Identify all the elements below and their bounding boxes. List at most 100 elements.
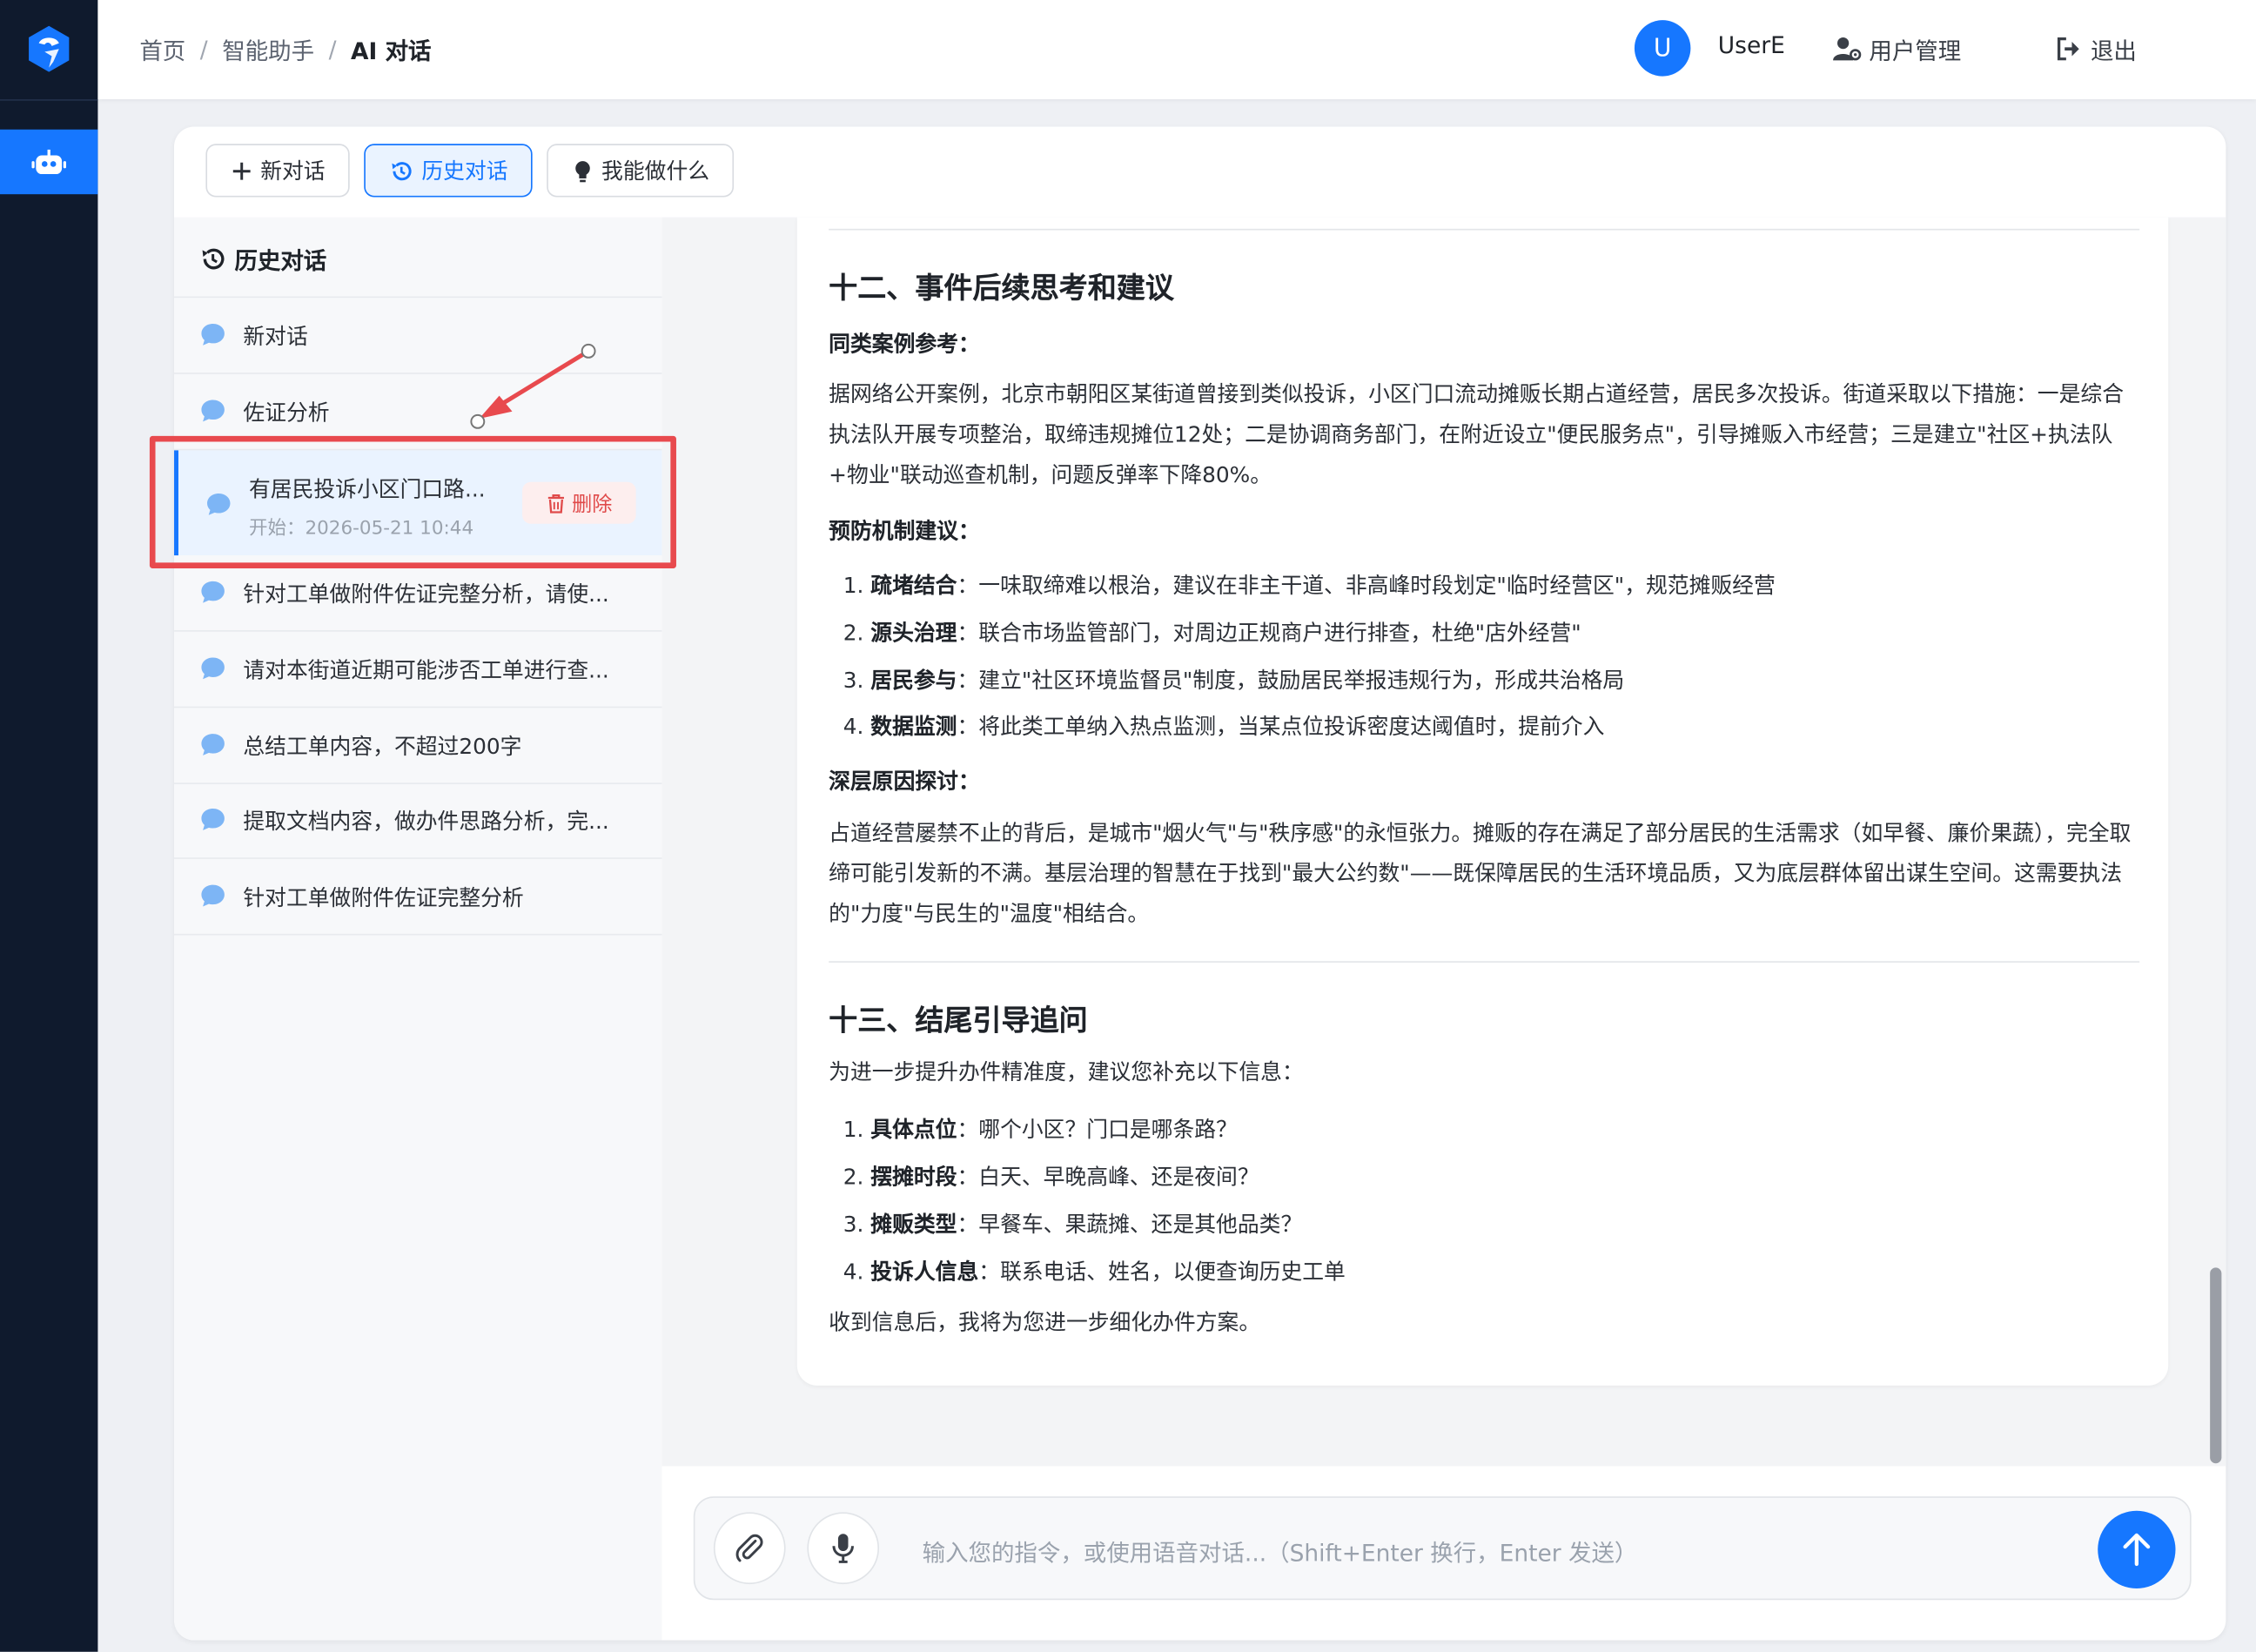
list-item-title: 具体点位 — [870, 1116, 957, 1143]
chat-bubble-icon — [201, 884, 225, 907]
chat-messages-area[interactable]: 十二、事件后续思考和建议 同类案例参考： 据网络公开案例，北京市朝阳区某街道曾接… — [661, 217, 2226, 1467]
list-item-title: 疏堵结合 — [870, 572, 957, 599]
section-heading: 十三、结尾引导追问 — [829, 1003, 1088, 1038]
history-item[interactable]: 总结工单内容，不超过200字 — [174, 708, 662, 784]
chat-scrollbar[interactable] — [2210, 1267, 2222, 1464]
list-item-title: 居民参与 — [870, 668, 957, 694]
chat-input-field[interactable]: 输入您的指令，或使用语音对话...（Shift+Enter 换行，Enter 发… — [923, 1534, 1638, 1568]
list-item-title: 投诉人信息 — [870, 1259, 979, 1286]
chat-card: 新对话 历史对话 我能做什么 历史对话 新对话 佐证分析 有居民投诉小区门口路.… — [174, 126, 2226, 1641]
user-avatar[interactable]: U — [1634, 20, 1691, 77]
user-management-link[interactable]: 用户管理 — [1833, 31, 1961, 66]
history-item-title: 针对工单做附件佐证完整分析 — [243, 884, 524, 911]
list-item: 3. 居民参与：建立"社区环境监督员"制度，鼓励居民举报违规行为，形成共治格局 — [843, 665, 1625, 695]
rail-item-ai-assistant[interactable] — [0, 129, 98, 195]
user-settings-icon — [1833, 37, 1862, 61]
logout-button[interactable]: 退出 — [2056, 31, 2137, 66]
tab-history[interactable]: 历史对话 — [364, 144, 533, 198]
breadcrumb-separator: / — [328, 35, 337, 63]
list-item-text: ：建立"社区环境监督员"制度，鼓励居民举报违规行为，形成共治格局 — [957, 668, 1625, 694]
list-number: 4. — [843, 1259, 864, 1286]
microphone-icon — [832, 1534, 854, 1563]
history-sidebar: 历史对话 新对话 佐证分析 有居民投诉小区门口路... 开始：2026-05-2… — [174, 217, 662, 1641]
user-name[interactable]: UserE — [1718, 31, 1785, 58]
history-item-title: 针对工单做附件佐证完整分析，请使... — [243, 581, 609, 608]
list-item: 4. 投诉人信息：联系电话、姓名，以便查询历史工单 — [843, 1256, 1346, 1286]
history-icon — [392, 161, 412, 180]
history-item-title: 新对话 — [243, 323, 308, 350]
app-logo-icon — [29, 24, 70, 71]
left-rail — [0, 0, 98, 1652]
app-logo[interactable] — [0, 0, 98, 101]
send-button[interactable] — [2098, 1510, 2176, 1589]
similar-case-label: 同类案例参考： — [829, 331, 980, 357]
list-item: 3. 摊贩类型：早餐车、果蔬摊、还是其他品类？ — [843, 1209, 1303, 1239]
history-title-text: 历史对话 — [234, 247, 327, 275]
breadcrumb-assistant[interactable]: 智能助手 — [222, 31, 314, 66]
similar-case-text: 据网络公开案例，北京市朝阳区某街道曾接到类似投诉，小区门口流动摊贩长期占道经营，… — [829, 381, 2125, 488]
followup-intro: 为进一步提升办件精准度，建议您补充以下信息： — [829, 1058, 1304, 1085]
divider — [829, 961, 2140, 963]
list-number: 3. — [843, 668, 864, 694]
section-heading: 十二、事件后续思考和建议 — [829, 270, 1174, 306]
chat-bubble-icon — [201, 809, 225, 830]
list-item-title: 源头治理 — [870, 620, 957, 647]
prevention-label: 预防机制建议： — [829, 518, 980, 544]
list-number: 1. — [843, 1116, 864, 1143]
breadcrumb-current: AI 对话 — [351, 37, 432, 65]
list-item: 4. 数据监测：将此类工单纳入热点监测，当某点位投诉密度达阈值时，提前介入 — [843, 711, 1605, 742]
chat-bubble-icon — [201, 323, 225, 346]
paperclip-icon — [735, 1534, 763, 1562]
list-item-text: ：将此类工单纳入热点监测，当某点位投诉密度达阈值时，提前介入 — [957, 713, 1605, 740]
history-item-title: 总结工单内容，不超过200字 — [243, 734, 522, 760]
breadcrumb-home[interactable]: 首页 — [139, 31, 185, 66]
list-item-text: ：联合市场监管部门，对周边正规商户进行排查，杜绝"店外经营" — [957, 620, 1581, 647]
list-item-text: ：联系电话、姓名，以便查询历史工单 — [978, 1259, 1346, 1286]
chat-bubble-icon — [201, 400, 225, 422]
tab-new-chat[interactable]: 新对话 — [205, 144, 350, 198]
mode-tabs: 新对话 历史对话 我能做什么 — [205, 144, 735, 198]
list-number: 3. — [843, 1211, 864, 1238]
chat-bubble-icon — [201, 734, 225, 755]
history-item[interactable]: 请对本街道近期可能涉否工单进行查... — [174, 632, 662, 708]
tab-capabilities-label: 我能做什么 — [601, 158, 710, 185]
list-item: 2. 源头治理：联合市场监管部门，对周边正规商户进行排查，杜绝"店外经营" — [843, 617, 1581, 648]
history-item-title: 佐证分析 — [243, 400, 330, 426]
history-item[interactable]: 针对工单做附件佐证完整分析 — [174, 859, 662, 936]
list-item-title: 摊贩类型 — [870, 1211, 957, 1238]
divider — [829, 228, 2140, 231]
list-item-title: 摆摊时段 — [870, 1164, 957, 1191]
history-title: 历史对话 — [200, 242, 326, 277]
chat-bubble-icon — [201, 657, 225, 680]
voice-button[interactable] — [807, 1512, 880, 1585]
history-item[interactable]: 新对话 — [174, 298, 662, 374]
list-item-text: ：白天、早晚高峰、还是夜间？ — [957, 1164, 1259, 1191]
arrow-up-icon — [2123, 1533, 2151, 1567]
list-number: 4. — [843, 713, 864, 740]
tab-history-label: 历史对话 — [421, 158, 508, 185]
robot-icon — [31, 149, 67, 174]
history-item-title: 提取文档内容，做办件思路分析，完... — [243, 809, 609, 835]
tab-new-chat-label: 新对话 — [260, 158, 326, 185]
user-management-label: 用户管理 — [1869, 37, 1962, 65]
list-item: 2. 摆摊时段：白天、早晚高峰、还是夜间？ — [843, 1161, 1259, 1192]
list-item-text: ：早餐车、果蔬摊、还是其他品类？ — [957, 1211, 1303, 1238]
attach-button[interactable] — [713, 1512, 786, 1585]
deep-cause-text: 占道经营屡禁不止的背后，是城市"烟火气"与"秩序感"的永恒张力。摊贩的存在满足了… — [829, 820, 2132, 927]
history-item-title: 请对本街道近期可能涉否工单进行查... — [243, 657, 609, 684]
chat-bubble-icon — [201, 581, 225, 603]
top-bar: 首页 / 智能助手 / AI 对话 U UserE 用户管理 退出 — [97, 0, 2256, 100]
chat-input-box: 输入您的指令，或使用语音对话...（Shift+Enter 换行，Enter 发… — [693, 1496, 2192, 1601]
logout-icon — [2057, 37, 2079, 61]
list-number: 1. — [843, 572, 864, 599]
list-item-title: 数据监测 — [870, 713, 957, 740]
deep-cause-label: 深层原因探讨： — [829, 768, 980, 795]
list-item-text: ：一味取缔难以根治，建议在非主干道、非高峰时段划定"临时经营区"，规范摊贩经营 — [957, 572, 1776, 599]
list-number: 2. — [843, 1164, 864, 1191]
assistant-message: 十二、事件后续思考和建议 同类案例参考： 据网络公开案例，北京市朝阳区某街道曾接… — [796, 217, 2169, 1386]
history-item[interactable]: 提取文档内容，做办件思路分析，完... — [174, 782, 662, 859]
list-item-text: ：哪个小区？门口是哪条路？ — [957, 1116, 1238, 1143]
highlight-annotation-box — [149, 435, 676, 568]
plus-icon — [232, 161, 251, 179]
tab-capabilities[interactable]: 我能做什么 — [547, 144, 735, 198]
